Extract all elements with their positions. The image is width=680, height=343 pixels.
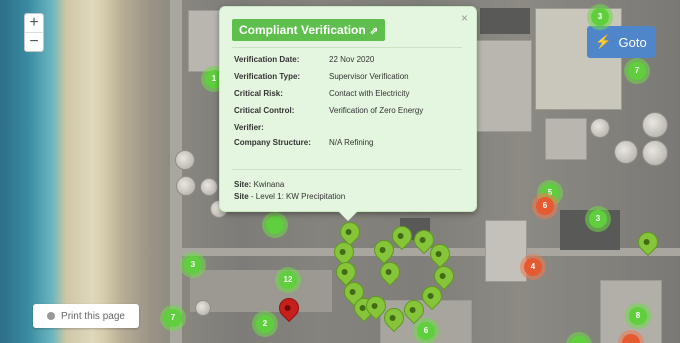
cluster-marker[interactable]: 7 [624,58,650,84]
storage-tank [642,112,668,138]
map-pin[interactable] [375,257,405,287]
cluster-marker[interactable]: 12 [275,267,301,293]
goto-button[interactable]: ⚡ Goto [587,26,655,58]
storage-tank [176,176,196,196]
close-icon[interactable]: × [461,11,468,25]
verification-popup: × Compliant Verification ⇗ Verification D… [219,6,477,221]
divider [232,47,462,48]
print-icon [47,312,56,320]
building [190,270,332,312]
site-level-line: Site - Level 1: KW Precipitation [234,192,346,201]
storage-tank [614,140,638,164]
storage-tank [642,140,668,166]
cluster-marker[interactable]: 3 [180,252,206,278]
print-page-button[interactable]: Print this page [33,304,139,328]
divider [232,169,462,170]
goto-label: Goto [618,34,647,50]
cluster-marker[interactable]: 3 [585,206,611,232]
cluster-marker[interactable] [566,332,592,343]
zoom-out-button[interactable]: − [25,32,43,51]
cluster-marker-noncompliant[interactable]: 6 [532,193,558,219]
storage-tank [175,150,195,170]
storage-tank [200,178,218,196]
cluster-marker[interactable]: 2 [252,311,278,337]
storage-tank [195,300,211,316]
map[interactable]: + − ⚡ Goto Print this page 3 7 1 3 12 5 … [0,0,680,343]
bolt-icon: ⚡ [595,34,612,49]
cluster-marker-noncompliant[interactable]: 4 [520,254,546,280]
external-link-icon[interactable]: ⇗ [370,26,378,37]
zoom-in-button[interactable]: + [25,14,43,32]
building [480,8,530,34]
site-line: Site: Kwinana [234,180,285,189]
cluster-marker[interactable]: 8 [625,303,651,329]
cluster-marker[interactable]: 3 [587,4,613,30]
storage-tank [590,118,610,138]
print-label: Print this page [61,310,125,322]
road [170,0,182,343]
cluster-marker[interactable]: 6 [413,318,439,343]
building [545,118,587,160]
building [188,10,220,72]
zoom-control: + − [24,13,44,52]
building [470,40,532,132]
cluster-marker[interactable]: 7 [160,305,186,331]
popup-title[interactable]: Compliant Verification ⇗ [232,19,386,41]
cluster-marker[interactable] [262,212,288,238]
